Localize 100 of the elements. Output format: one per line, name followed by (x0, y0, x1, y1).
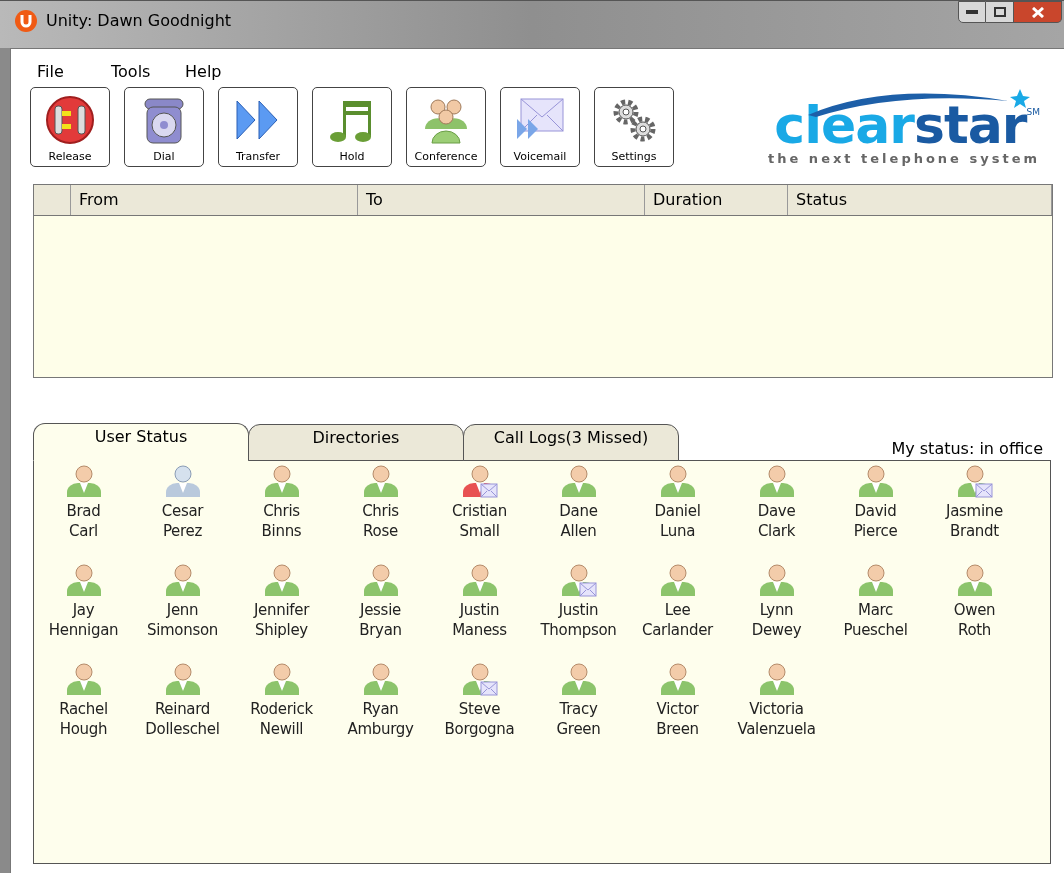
user-name: Small (459, 521, 500, 541)
dial-button[interactable]: Dial (124, 87, 204, 167)
user-name: Owen (953, 600, 996, 620)
user-name: Borgogna (444, 719, 515, 739)
user-name: Carlander (642, 620, 713, 640)
user-icon[interactable] (857, 561, 894, 597)
user-icon[interactable] (461, 462, 498, 498)
user-icon[interactable] (956, 561, 993, 597)
user-name: Luna (659, 521, 696, 541)
conference-button[interactable]: Conference (406, 87, 486, 167)
menu-item[interactable]: Tools (101, 59, 175, 85)
close-button[interactable] (1014, 1, 1062, 23)
user-name: Brandt (950, 521, 999, 541)
user-name: Reinard (154, 699, 211, 719)
user-icon[interactable] (659, 462, 696, 498)
user-icon[interactable] (758, 561, 795, 597)
user-icon[interactable] (560, 561, 597, 597)
user-name: Jenn (166, 600, 199, 620)
user-name: Lee (664, 600, 691, 620)
user-icon[interactable] (362, 561, 399, 597)
user-icon[interactable] (65, 462, 102, 498)
user-name: Chris (362, 501, 399, 521)
user-name: Cristian (452, 501, 507, 521)
user-name: Jay (72, 600, 95, 620)
column-header[interactable]: From (71, 185, 358, 215)
user-name: Binns (261, 521, 302, 541)
user-icon[interactable] (659, 561, 696, 597)
user-icon[interactable] (461, 660, 498, 696)
user-icon[interactable] (659, 660, 696, 696)
user-name: Maness (452, 620, 507, 640)
service-mark: SM (1026, 107, 1040, 117)
user-icon[interactable] (65, 660, 102, 696)
user-name: Dave (757, 501, 796, 521)
user-name: Newill (259, 719, 304, 739)
tab[interactable]: User Status (33, 423, 249, 461)
user-name: Jessie (360, 600, 401, 620)
user-name: Chris (263, 501, 300, 521)
user-name: Daniel (654, 501, 701, 521)
column-header[interactable]: Status (788, 185, 1052, 215)
user-name: Pueschel (843, 620, 908, 640)
user-name: Simonson (146, 620, 219, 640)
user-name: Roth (957, 620, 992, 640)
user-icon[interactable] (758, 660, 795, 696)
menu-item[interactable]: File (27, 59, 101, 85)
menu-item[interactable]: Help (175, 59, 249, 85)
hangup-icon (45, 95, 95, 145)
user-icon[interactable] (164, 462, 201, 498)
user-icon[interactable] (758, 462, 795, 498)
user-name: Pierce (853, 521, 898, 541)
user-icon[interactable] (164, 660, 201, 696)
user-icon[interactable] (956, 462, 993, 498)
logo-tagline: the next telephone system (768, 151, 1040, 167)
user-icon[interactable] (65, 561, 102, 597)
maximize-button[interactable] (986, 1, 1014, 23)
window-title: Unity: Dawn Goodnight (46, 10, 232, 32)
user-name: Thompson (540, 620, 617, 640)
my-status-text: My status: in office (891, 439, 1043, 459)
user-icon[interactable] (461, 561, 498, 597)
user-name: Rachel (59, 699, 108, 719)
user-icon[interactable] (362, 462, 399, 498)
user-name: Roderick (250, 699, 313, 719)
release-button[interactable]: Release (30, 87, 110, 167)
user-name: Bryan (359, 620, 402, 640)
tab[interactable]: Call Logs(3 Missed) (463, 424, 679, 461)
user-name: Valenzuela (737, 719, 816, 739)
user-name: Marc (858, 600, 893, 620)
user-icon[interactable] (362, 660, 399, 696)
user-name: Ryan (362, 699, 399, 719)
tab[interactable]: Directories (248, 424, 464, 461)
voicemail-button[interactable]: Voicemail (500, 87, 580, 167)
column-header[interactable]: Duration (645, 185, 788, 215)
user-name: Justin (459, 600, 500, 620)
user-name: Allen (560, 521, 597, 541)
user-icon[interactable] (263, 660, 300, 696)
user-name: Clark (757, 521, 796, 541)
user-name: Hough (59, 719, 108, 739)
hold-button[interactable]: Hold (312, 87, 392, 167)
user-name: Dewey (751, 620, 802, 640)
user-name: Cesar (161, 501, 204, 521)
user-name: Breen (656, 719, 699, 739)
user-icon[interactable] (263, 462, 300, 498)
user-name: Victor (656, 699, 699, 719)
user-name: Victoria (749, 699, 804, 719)
user-name: Carl (69, 521, 98, 541)
logo-text: star (913, 99, 1027, 151)
user-icon[interactable] (857, 462, 894, 498)
user-name: Green (556, 719, 601, 739)
column-header[interactable]: To (358, 185, 645, 215)
settings-button[interactable]: Settings (594, 87, 674, 167)
user-icon[interactable] (263, 561, 300, 597)
logo-text: clear (774, 99, 914, 151)
user-name: Amburgy (347, 719, 414, 739)
user-icon[interactable] (560, 660, 597, 696)
user-icon[interactable] (560, 462, 597, 498)
user-icon[interactable] (164, 561, 201, 597)
user-name: Brad (66, 501, 101, 521)
transfer-button[interactable]: Transfer (218, 87, 298, 167)
minimize-button[interactable] (958, 1, 986, 23)
user-name: Perez (162, 521, 203, 541)
maximize-icon (993, 7, 1006, 17)
